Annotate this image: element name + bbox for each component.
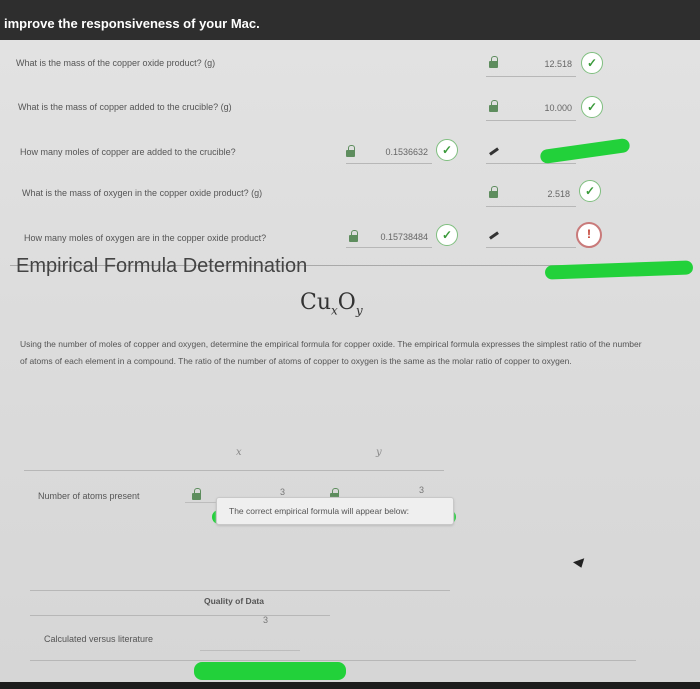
answer-copper-oxide-mass[interactable]: 12.518	[520, 59, 572, 69]
row-label-calculated: Calculated versus literature	[44, 634, 154, 644]
input-underline	[486, 163, 576, 164]
check-icon: ✓	[436, 139, 458, 161]
question-moles-oxygen: How many moles of oxygen are in the copp…	[24, 233, 267, 243]
lock-icon	[489, 186, 498, 198]
answer-moles-oxygen[interactable]: 0.15738484	[362, 232, 428, 242]
answer-moles-copper[interactable]: 0.1536632	[360, 147, 428, 157]
question-oxygen-mass: What is the mass of oxygen in the copper…	[22, 188, 263, 198]
check-icon: ✓	[436, 224, 458, 246]
section-title: Empirical Formula Determination	[16, 255, 308, 277]
table-divider	[30, 615, 330, 616]
question-copper-oxide-mass: What is the mass of the copper oxide pro…	[16, 58, 216, 68]
lock-icon	[349, 230, 358, 242]
banner-text: improve the responsiveness of your Mac.	[4, 16, 260, 31]
lock-icon	[346, 145, 355, 157]
table-divider	[30, 660, 636, 661]
highlight-mark	[194, 662, 346, 680]
row-label-atoms: Number of atoms present	[38, 491, 140, 501]
atoms-x-value: 3	[280, 487, 286, 497]
input-underline	[486, 247, 576, 248]
notification-banner: improve the responsiveness of your Mac.	[0, 0, 700, 40]
quality-value: 3	[263, 615, 269, 625]
answer-underline	[346, 163, 432, 164]
answer-copper-mass[interactable]: 10.000	[520, 103, 572, 113]
formula-result-text: The correct empirical formula will appea…	[229, 506, 409, 516]
instructions-text: Using the number of moles of copper and …	[20, 339, 642, 366]
table-divider	[30, 590, 450, 591]
answer-underline	[486, 206, 576, 207]
column-header-x: x	[236, 447, 242, 458]
table-divider	[24, 470, 444, 471]
check-icon: ✓	[581, 52, 603, 74]
quality-heading: Quality of Data	[204, 596, 264, 606]
formula-result-box: The correct empirical formula will appea…	[216, 497, 454, 525]
check-icon: ✓	[581, 96, 603, 118]
lock-icon	[489, 56, 498, 68]
quality-field[interactable]	[200, 630, 300, 651]
answer-underline	[486, 120, 576, 121]
lock-icon	[489, 100, 498, 112]
warning-icon[interactable]: !	[576, 222, 602, 248]
answer-underline	[346, 247, 432, 248]
answer-oxygen-mass[interactable]: 2.518	[520, 189, 570, 199]
question-moles-copper: How many moles of copper are added to th…	[20, 147, 236, 157]
answer-underline	[486, 76, 576, 77]
column-header-y: y	[376, 447, 382, 458]
check-icon: ✓	[579, 180, 601, 202]
empirical-formula: CuxOy	[300, 290, 363, 318]
question-copper-mass: What is the mass of copper added to the …	[18, 102, 232, 112]
atoms-y-value: 3	[419, 485, 425, 495]
